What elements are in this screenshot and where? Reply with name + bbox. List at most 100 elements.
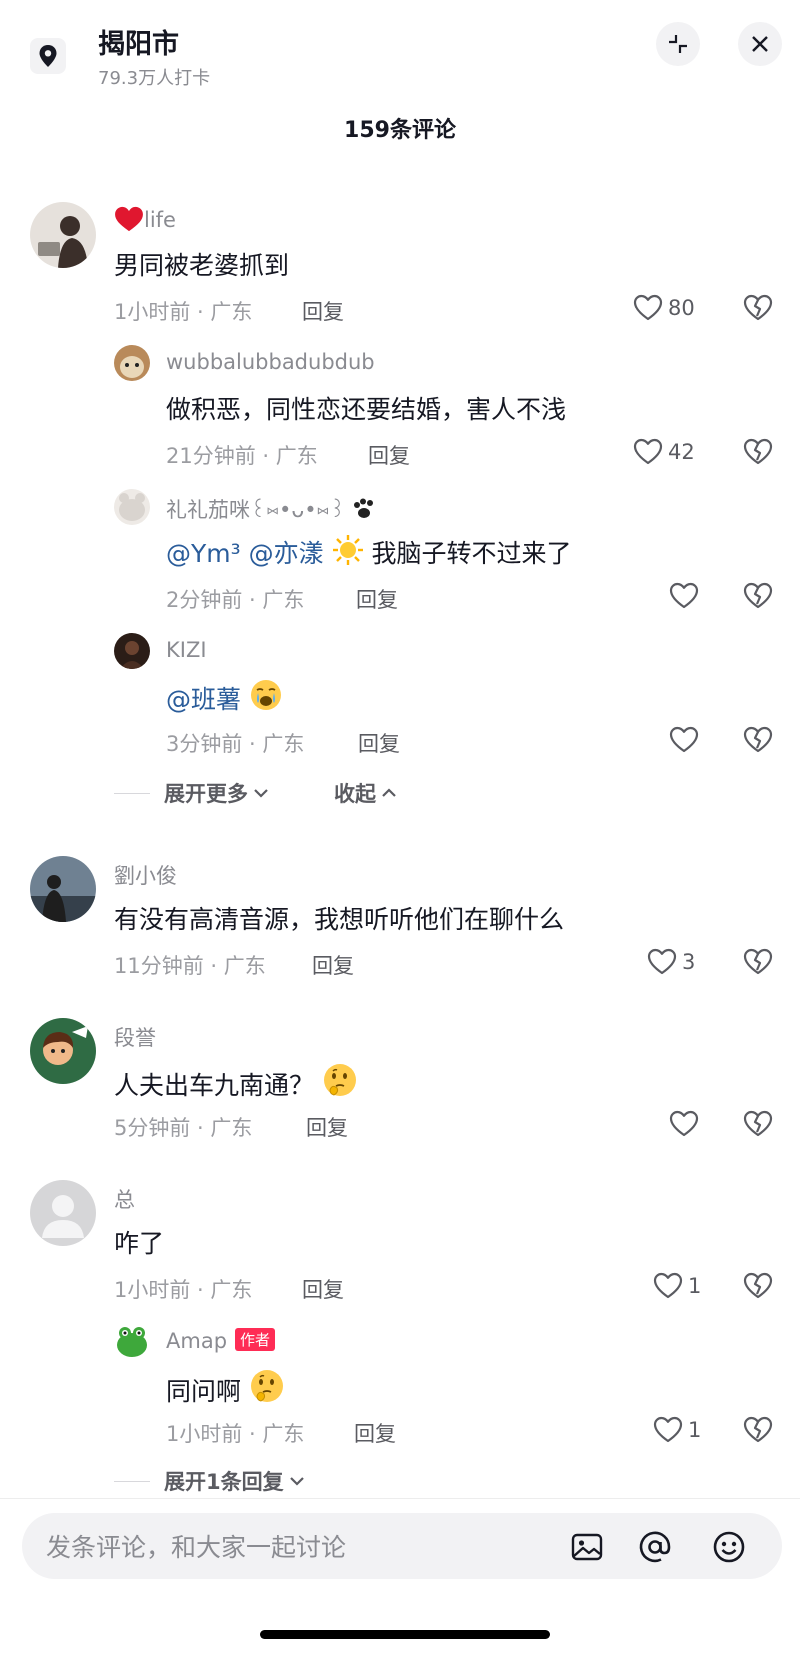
broken-heart-icon: [742, 1414, 774, 1446]
reply-button[interactable]: 回复: [312, 950, 354, 980]
comment-author[interactable]: life: [114, 206, 176, 232]
dislike-button[interactable]: [742, 1270, 774, 1306]
reply-author[interactable]: KIZI: [166, 638, 207, 662]
broken-heart-icon: [742, 1108, 774, 1140]
broken-heart-icon: [742, 1270, 774, 1302]
expand-row: 展开更多 收起: [114, 778, 398, 808]
like-button[interactable]: [668, 724, 700, 756]
collapse-label: 收起: [334, 782, 376, 806]
avatar[interactable]: [30, 1180, 96, 1246]
author-name: life: [144, 208, 176, 232]
comment-text: 男同被老婆抓到: [114, 251, 290, 280]
reply-text: @Ym³ @亦漾 我脑子转不过来了: [166, 534, 572, 570]
reply-button[interactable]: 回复: [302, 1274, 344, 1304]
comment-time-location: 5分钟前 · 广东: [114, 1116, 253, 1140]
comment-text: 有没有高清音源，我想听听他们在聊什么: [114, 905, 565, 934]
comment-time-location: 1小时前 · 广东: [114, 1278, 253, 1302]
mention-link[interactable]: @班薯: [166, 685, 241, 714]
expand-replies-button[interactable]: 展开1条回复: [164, 1466, 306, 1496]
dislike-button[interactable]: [742, 580, 774, 616]
dislike-button[interactable]: [742, 436, 774, 472]
thinking-face-emoji: [249, 1368, 285, 1404]
expand-row: 展开1条回复: [114, 1466, 306, 1496]
author-name: 礼礼茄咪꒰⑅•ᴗ•⑅꒱: [166, 498, 346, 522]
heart-icon: [632, 436, 664, 468]
comment-panel-header: 揭阳市 79.3万人打卡 159条评论: [0, 0, 800, 170]
smiley-icon[interactable]: [712, 1530, 746, 1564]
comment-author[interactable]: 劉小俊: [114, 860, 177, 890]
location-pin-icon[interactable]: [30, 38, 66, 74]
author-badge: 作者: [235, 1328, 276, 1351]
like-button[interactable]: [668, 1108, 700, 1140]
avatar[interactable]: [114, 633, 150, 669]
heart-icon: [668, 580, 700, 612]
dislike-button[interactable]: [742, 1414, 774, 1450]
dislike-button[interactable]: [742, 1108, 774, 1144]
close-icon: [752, 36, 768, 52]
broken-heart-icon: [742, 946, 774, 978]
divider: [114, 1480, 150, 1482]
dislike-button[interactable]: [742, 292, 774, 328]
crying-face-emoji: [250, 680, 281, 710]
comment-count: 159条评论: [344, 118, 456, 143]
heart-icon: [652, 1414, 684, 1446]
image-icon[interactable]: [570, 1530, 604, 1564]
home-indicator[interactable]: [260, 1630, 550, 1639]
reply-button[interactable]: 回复: [368, 440, 410, 470]
like-button[interactable]: 42: [632, 436, 695, 468]
reply-button[interactable]: 回复: [356, 584, 398, 614]
mention-link[interactable]: @Ym³: [166, 539, 241, 568]
comment-text: 咋了: [114, 1229, 165, 1258]
avatar[interactable]: [114, 1323, 150, 1359]
like-count: 80: [668, 296, 695, 320]
dislike-button[interactable]: [742, 946, 774, 982]
like-count: 1: [688, 1274, 702, 1298]
comment-author[interactable]: 段誉: [114, 1022, 156, 1052]
expand-replies-label: 展开1条回复: [164, 1470, 284, 1494]
red-heart-icon: [115, 206, 143, 232]
close-button[interactable]: [738, 22, 782, 66]
comment-author[interactable]: 总: [114, 1184, 135, 1214]
comment-text: 人夫出车九南通？: [114, 1062, 358, 1102]
reply-author[interactable]: wubbalubbadubdub: [166, 350, 375, 374]
like-button[interactable]: 1: [652, 1270, 701, 1302]
broken-heart-icon: [742, 436, 774, 468]
reply-text: @班薯: [166, 678, 283, 716]
comment-time-location: 1小时前 · 广东: [114, 300, 253, 324]
like-button[interactable]: 3: [646, 946, 695, 978]
reply-button[interactable]: 回复: [358, 728, 400, 758]
like-button[interactable]: [668, 580, 700, 612]
checkin-count: 79.3万人打卡: [98, 68, 211, 89]
reply-author[interactable]: Amap 作者: [166, 1328, 276, 1353]
paw-icon: [354, 498, 374, 518]
chevron-up-icon: [382, 788, 396, 797]
reply-text-body: 同问啊: [166, 1377, 242, 1406]
avatar[interactable]: [30, 1018, 96, 1084]
avatar[interactable]: [114, 345, 150, 381]
broken-heart-icon: [742, 292, 774, 324]
location-title[interactable]: 揭阳市: [98, 22, 179, 61]
expand-more-button[interactable]: 展开更多: [164, 778, 270, 808]
comment-input[interactable]: [44, 1513, 548, 1581]
expand-more-label: 展开更多: [164, 782, 248, 806]
reply-button[interactable]: 回复: [354, 1418, 396, 1448]
author-name: Amap: [166, 1329, 228, 1353]
avatar[interactable]: [30, 856, 96, 922]
like-count: 42: [668, 440, 695, 464]
reply-button[interactable]: 回复: [306, 1112, 348, 1142]
comment-input-wrapper: [22, 1513, 782, 1581]
like-button[interactable]: 80: [632, 292, 695, 324]
dislike-button[interactable]: [742, 724, 774, 760]
like-button[interactable]: 1: [652, 1414, 701, 1446]
avatar[interactable]: [114, 489, 150, 525]
reply-time-location: 2分钟前 · 广东: [166, 588, 305, 612]
collapse-button[interactable]: [656, 22, 700, 66]
collapse-replies-button[interactable]: 收起: [334, 778, 398, 808]
reply-button[interactable]: 回复: [302, 296, 344, 326]
reply-author[interactable]: 礼礼茄咪꒰⑅•ᴗ•⑅꒱: [166, 494, 376, 524]
at-icon[interactable]: [638, 1530, 672, 1564]
avatar[interactable]: [30, 202, 96, 268]
reply-text: 同问啊: [166, 1368, 285, 1408]
heart-icon: [652, 1270, 684, 1302]
mention-link[interactable]: @亦漾: [249, 539, 324, 568]
